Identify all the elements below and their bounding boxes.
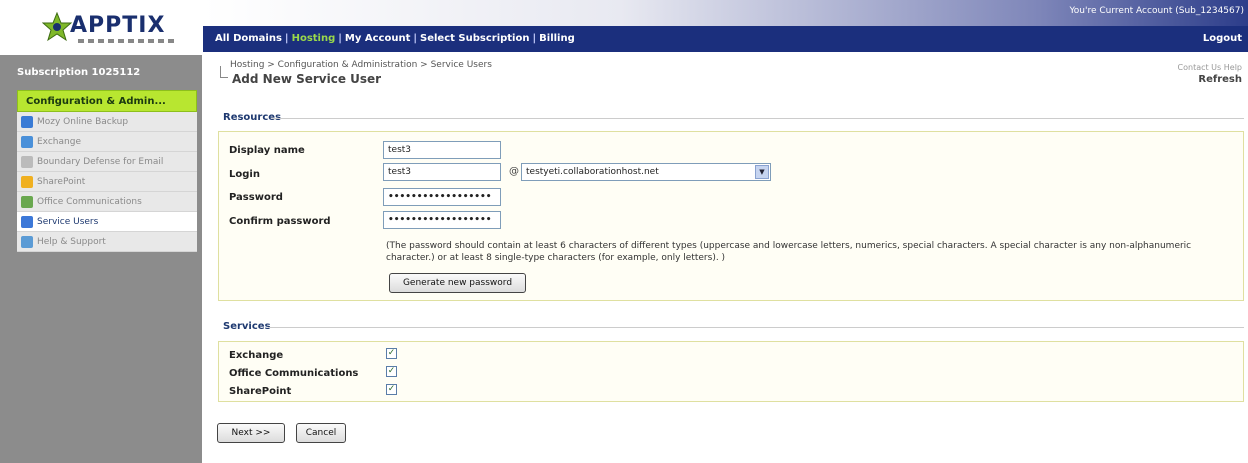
next-button[interactable]: Next >> bbox=[217, 423, 285, 443]
service-office-communications-checkbox[interactable]: ✓ bbox=[386, 366, 397, 377]
services-heading: Services bbox=[223, 321, 271, 332]
sidebar-item-help-support[interactable]: Help & Support bbox=[17, 232, 197, 252]
service-exchange-checkbox[interactable]: ✓ bbox=[386, 348, 397, 359]
users-icon bbox=[21, 215, 33, 228]
sidebar-item-sharepoint[interactable]: SharePoint bbox=[17, 172, 197, 192]
cancel-button[interactable]: Cancel bbox=[296, 423, 346, 443]
nav-separator: | bbox=[413, 33, 418, 44]
nav-hosting[interactable]: Hosting bbox=[292, 33, 336, 44]
service-sharepoint-label: SharePoint bbox=[229, 386, 292, 397]
main-nav-bar: All Domains | Hosting | My Account | Select Su… bbox=[203, 26, 1248, 52]
password-label: Password bbox=[229, 192, 283, 203]
at-sign: @ bbox=[509, 166, 519, 177]
refresh-link[interactable]: Refresh bbox=[1178, 74, 1242, 85]
backup-icon bbox=[21, 115, 33, 128]
confirm-password-input[interactable]: •••••••••••••••••• bbox=[383, 211, 501, 229]
shield-icon bbox=[21, 155, 33, 168]
generate-password-button[interactable]: Generate new password bbox=[389, 273, 526, 293]
subscription-header: Subscription 1025112 bbox=[17, 67, 141, 78]
nav-select-subscription[interactable]: Select Subscription bbox=[420, 33, 529, 44]
nav-all-domains[interactable]: All Domains bbox=[215, 33, 282, 44]
display-name-input[interactable]: test3 bbox=[383, 141, 501, 159]
nav-my-account[interactable]: My Account bbox=[345, 33, 410, 44]
logo-area: APPTIX bbox=[0, 0, 202, 55]
right-links: Contact Us Help Refresh bbox=[1178, 63, 1242, 85]
sidebar-item-service-users[interactable]: Service Users bbox=[17, 212, 197, 232]
title-arrow-icon bbox=[220, 66, 228, 78]
sidebar-item-exchange[interactable]: Exchange bbox=[17, 132, 197, 152]
logout-link[interactable]: Logout bbox=[1203, 33, 1242, 44]
logo-text: APPTIX bbox=[70, 13, 166, 38]
sidebar-item-label: Office Communications bbox=[37, 196, 142, 207]
logo-tagline bbox=[78, 39, 178, 43]
top-bar: You're Current Account (Sub_1234567) All… bbox=[203, 0, 1248, 55]
logo-star-icon bbox=[42, 12, 72, 42]
help-link[interactable]: Contact Us Help bbox=[1178, 63, 1242, 72]
sidebar-item-label: Exchange bbox=[37, 136, 81, 147]
services-rule bbox=[268, 327, 1244, 328]
left-column: APPTIX Subscription 1025112 Configuratio… bbox=[0, 0, 202, 463]
sidebar-item-label: SharePoint bbox=[37, 176, 86, 187]
services-panel bbox=[218, 341, 1244, 402]
service-exchange-label: Exchange bbox=[229, 350, 284, 361]
domain-select-value: testyeti.collaborationhost.net bbox=[526, 167, 659, 177]
nav-billing[interactable]: Billing bbox=[539, 33, 575, 44]
confirm-password-label: Confirm password bbox=[229, 216, 331, 227]
breadcrumb[interactable]: Hosting > Configuration & Administration… bbox=[230, 60, 492, 70]
login-input[interactable]: test3 bbox=[383, 163, 501, 181]
sidebar-nav: Configuration & Admin... Mozy Online Bac… bbox=[17, 90, 197, 252]
resources-panel bbox=[218, 131, 1244, 301]
display-name-label: Display name bbox=[229, 145, 305, 156]
top-strip: You're Current Account (Sub_1234567) bbox=[203, 0, 1248, 26]
top-nav: All Domains | Hosting | My Account | Select Su… bbox=[215, 33, 575, 44]
communications-icon bbox=[21, 195, 33, 208]
sidebar-item-label: Boundary Defense for Email bbox=[37, 156, 164, 167]
page-title: Add New Service User bbox=[232, 72, 382, 86]
service-sharepoint-checkbox[interactable]: ✓ bbox=[386, 384, 397, 395]
resources-rule bbox=[272, 118, 1244, 119]
help-icon bbox=[21, 235, 33, 248]
user-info: You're Current Account (Sub_1234567) bbox=[1069, 6, 1245, 16]
login-label: Login bbox=[229, 169, 260, 180]
domain-select[interactable]: testyeti.collaborationhost.net ▼ bbox=[521, 163, 771, 181]
sidebar-item-mozy-backup[interactable]: Mozy Online Backup bbox=[17, 112, 197, 132]
nav-separator: | bbox=[338, 33, 342, 44]
service-office-communications-label: Office Communications bbox=[229, 368, 359, 379]
sidebar-item-office-communications[interactable]: Office Communications bbox=[17, 192, 197, 212]
password-hint: (The password should contain at least 6 … bbox=[386, 241, 1192, 263]
chevron-down-icon[interactable]: ▼ bbox=[755, 165, 769, 179]
sidebar-item-label: Service Users bbox=[37, 216, 99, 227]
sharepoint-icon bbox=[21, 175, 33, 188]
nav-separator: | bbox=[284, 33, 289, 44]
sidebar-item-label: Help & Support bbox=[37, 236, 106, 247]
password-input[interactable]: •••••••••••••••••• bbox=[383, 188, 501, 206]
sidebar-item-boundary-defense[interactable]: Boundary Defense for Email bbox=[17, 152, 197, 172]
nav-separator: | bbox=[532, 33, 537, 44]
sidebar-section-config-admin[interactable]: Configuration & Admin... bbox=[17, 90, 197, 112]
exchange-icon bbox=[21, 135, 33, 148]
sidebar-item-label: Mozy Online Backup bbox=[37, 116, 129, 127]
